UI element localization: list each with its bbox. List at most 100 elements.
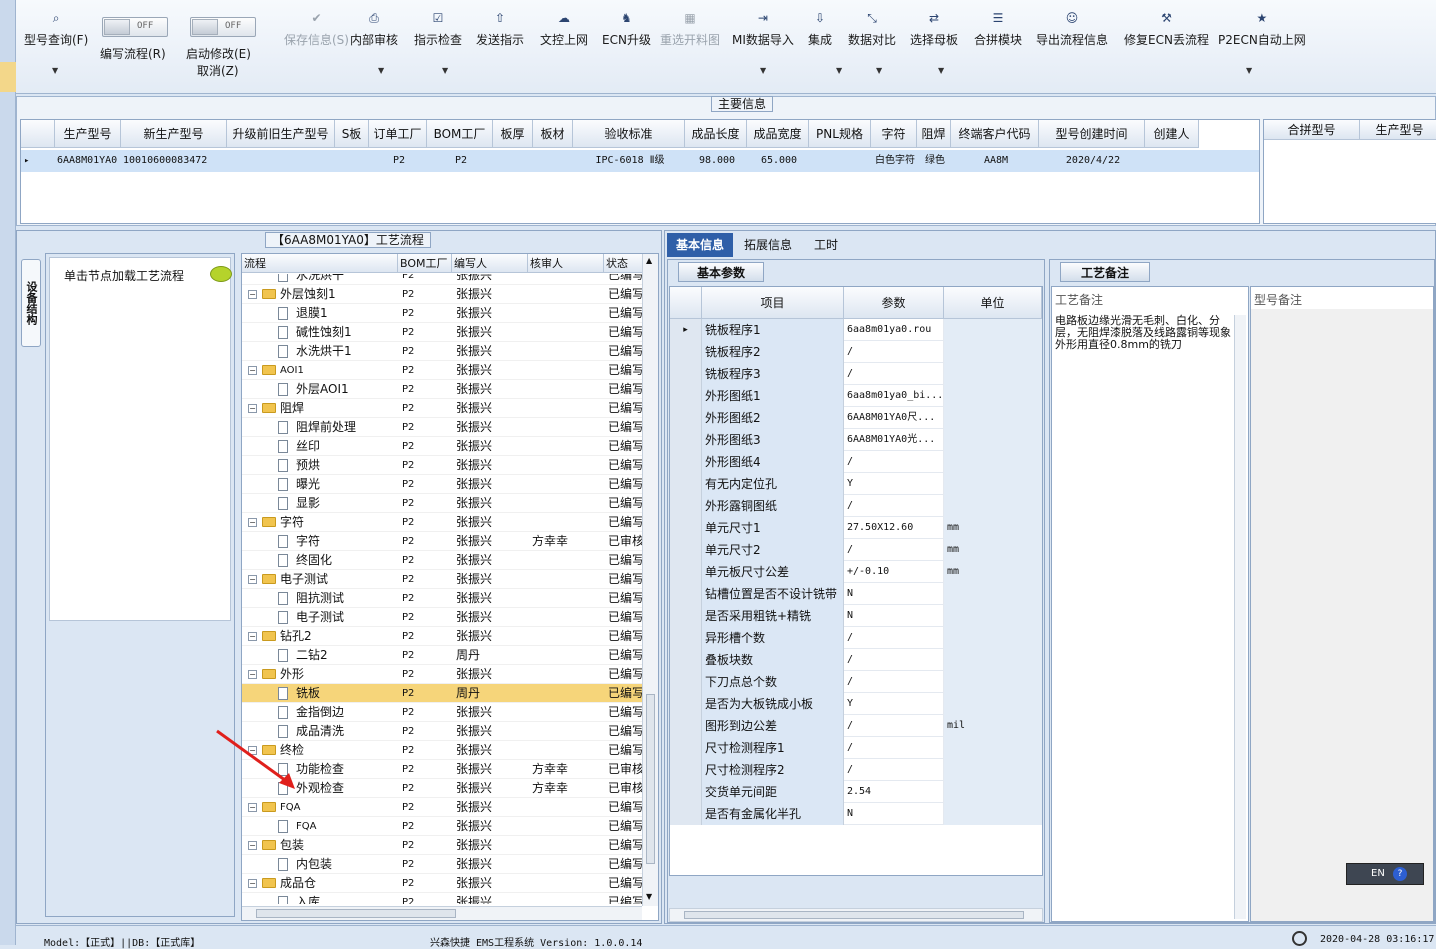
toolbar-button-13[interactable]: ☺ 导出流程信息 <box>1036 10 1108 48</box>
tree-row[interactable]: 金指倒边 P2 张振兴 已编写 <box>242 703 642 722</box>
params-hscroll[interactable] <box>669 908 1043 922</box>
param-column-header[interactable]: 单位 <box>944 287 1042 319</box>
param-value[interactable]: +/-0.10 <box>844 561 944 583</box>
flow-column-header[interactable]: 编写人 <box>452 254 528 273</box>
toolbar-button-5[interactable]: ☁ 文控上网 <box>540 10 588 48</box>
column-header[interactable]: 创建人 <box>1145 120 1199 148</box>
tab-1[interactable]: 拓展信息 <box>735 233 801 257</box>
param-value[interactable]: / <box>844 495 944 517</box>
column-header[interactable]: PNL规格 <box>809 120 871 148</box>
flow-hscroll[interactable] <box>242 906 642 920</box>
ime-bar[interactable]: EN ? <box>1346 863 1424 885</box>
param-row[interactable]: 是否有金属化半孔 N <box>670 803 1042 825</box>
param-row[interactable]: 叠板块数 / <box>670 649 1042 671</box>
column-header[interactable]: 成品长度 <box>685 120 747 148</box>
chevron-down-icon[interactable]: ▼ <box>876 66 882 75</box>
device-structure-tab[interactable]: 设备结构 <box>21 259 41 347</box>
param-row[interactable]: 单元尺寸2/mm <box>670 539 1042 561</box>
column-header[interactable]: 订单工厂 <box>369 120 427 148</box>
help-icon[interactable]: ? <box>1393 867 1407 881</box>
flow-hscroll-thumb[interactable] <box>256 909 456 918</box>
tree-row[interactable]: − 电子测试 P2 张振兴 已编写 <box>242 570 642 589</box>
flow-column-header[interactable]: BOM工厂 <box>398 254 452 273</box>
param-value[interactable]: 6aa8m01ya0_bi... <box>844 385 944 407</box>
column-header[interactable]: BOM工厂 <box>427 120 493 148</box>
param-row[interactable]: 外形图纸2 6AA8M01YA0尺... <box>670 407 1042 429</box>
param-value[interactable]: / <box>844 363 944 385</box>
param-value[interactable]: Y <box>844 473 944 495</box>
column-header[interactable]: 阻焊 <box>917 120 951 148</box>
tree-row[interactable]: − 包装 P2 张振兴 已编写 <box>242 836 642 855</box>
column-header[interactable]: 终端客户代码 <box>951 120 1039 148</box>
param-row[interactable]: 有无内定位孔 Y <box>670 473 1042 495</box>
toolbar-button-7[interactable]: ▦ 重选开料图 <box>660 10 720 48</box>
flow-column-header[interactable]: 核审人 <box>528 254 604 273</box>
param-row[interactable]: 外形露铜图纸 / <box>670 495 1042 517</box>
param-value[interactable]: 6AA8M01YA0光... <box>844 429 944 451</box>
tree-row[interactable]: 显影 P2 张振兴 已编写 <box>242 494 642 513</box>
toolbar-button-4[interactable]: ⇧ 发送指示 <box>476 10 524 48</box>
chevron-down-icon[interactable]: ▼ <box>1246 66 1252 75</box>
param-value[interactable]: / <box>844 539 944 561</box>
tree-row[interactable]: 字符 P2 张振兴 方幸幸 已审核 <box>242 532 642 551</box>
param-value[interactable]: / <box>844 671 944 693</box>
chevron-down-icon[interactable]: ▼ <box>378 66 384 75</box>
process-remark-text[interactable]: 电路板边缘光滑无毛刺、白化、分层，无阻焊漆脱落及线路露铜等现象 外形用直径0.8… <box>1055 315 1231 351</box>
merge-column-header[interactable]: 生产型号 <box>1360 120 1436 140</box>
param-row[interactable]: 是否采用粗铣+精铣 N <box>670 605 1042 627</box>
tree-row[interactable]: − 字符 P2 张振兴 已编写 <box>242 513 642 532</box>
toolbar-button-12[interactable]: ☰ 合拼模块 <box>974 10 1022 48</box>
chevron-down-icon[interactable]: ▼ <box>442 66 448 75</box>
tree-row[interactable]: − 阻焊 P2 张振兴 已编写 <box>242 399 642 418</box>
toolbar-button-6[interactable]: ♞ ECN升级 <box>602 10 651 48</box>
column-header[interactable]: 升级前旧生产型号 <box>227 120 335 148</box>
column-header[interactable]: 板材 <box>533 120 573 148</box>
tree-row[interactable]: 外层AOI1 P2 张振兴 已编写 <box>242 380 642 399</box>
tree-row[interactable]: 终固化 P2 张振兴 已编写 <box>242 551 642 570</box>
param-value[interactable]: / <box>844 341 944 363</box>
tree-row[interactable]: 预烘 P2 张振兴 已编写 <box>242 456 642 475</box>
param-row[interactable]: 钻槽位置是否不设计铣带 N <box>670 583 1042 605</box>
column-header[interactable]: 新生产型号 <box>121 120 227 148</box>
column-header[interactable]: 验收标准 <box>573 120 685 148</box>
toolbar-button-8[interactable]: ⇥ MI数据导入 <box>732 10 794 48</box>
collapse-toggle-icon[interactable]: − <box>248 366 257 375</box>
column-header[interactable]: 型号创建时间 <box>1039 120 1145 148</box>
param-value[interactable]: 6AA8M01YA0尺... <box>844 407 944 429</box>
remark-vscroll[interactable] <box>1234 315 1246 919</box>
hint-box[interactable]: 单击节点加载工艺流程 <box>49 257 232 621</box>
param-row[interactable]: 尺寸检测程序2/ <box>670 759 1042 781</box>
column-header[interactable]: S板 <box>335 120 369 148</box>
column-header[interactable]: 字符 <box>871 120 917 148</box>
column-header[interactable]: 生产型号 <box>55 120 121 148</box>
param-value[interactable]: 27.50X12.60 <box>844 517 944 539</box>
flow-vscroll[interactable]: ▲ ▼ <box>642 254 658 906</box>
scroll-down-icon[interactable]: ▼ <box>646 892 652 901</box>
param-value[interactable]: 2.54 <box>844 781 944 803</box>
params-hscroll-thumb[interactable] <box>684 911 1024 919</box>
param-row[interactable]: 铣板程序3/ <box>670 363 1042 385</box>
param-row[interactable]: 铣板程序2/ <box>670 341 1042 363</box>
tree-row[interactable]: − 钻孔2 P2 张振兴 已编写 <box>242 627 642 646</box>
tree-row[interactable]: 水洗烘干 P2 张振兴 已编写 <box>242 274 642 285</box>
tree-row[interactable]: − 成品仓 P2 张振兴 已编写 <box>242 874 642 893</box>
collapse-toggle-icon[interactable]: − <box>248 575 257 584</box>
param-row[interactable]: 单元板尺寸公差 +/-0.10 mm <box>670 561 1042 583</box>
chevron-down-icon[interactable]: ▼ <box>760 66 766 75</box>
param-value[interactable]: N <box>844 583 944 605</box>
toolbar-button-15[interactable]: ★ P2ECN自动上网 <box>1218 10 1306 48</box>
write-flow-toggle[interactable]: OFF <box>102 17 168 37</box>
tree-row[interactable]: 电子测试 P2 张振兴 已编写 <box>242 608 642 627</box>
param-column-header[interactable]: 参数 <box>844 287 944 319</box>
merge-column-header[interactable]: 合拼型号 <box>1264 120 1360 140</box>
param-value[interactable]: 6aa8m01ya0.rou <box>844 319 944 341</box>
param-column-header[interactable]: 项目 <box>702 287 844 319</box>
param-row[interactable]: 异形槽个数 / <box>670 627 1042 649</box>
param-row[interactable]: 下刀点总个数 / <box>670 671 1042 693</box>
flow-column-header[interactable]: 状态 <box>604 254 644 273</box>
tree-row[interactable]: 阻焊前处理 P2 张振兴 已编写 <box>242 418 642 437</box>
collapse-toggle-icon[interactable]: − <box>248 404 257 413</box>
param-row[interactable]: 外形图纸1 6aa8m01ya0_bi... <box>670 385 1042 407</box>
edit-toggle[interactable]: OFF <box>190 17 256 37</box>
flow-vscroll-thumb[interactable] <box>646 694 655 864</box>
